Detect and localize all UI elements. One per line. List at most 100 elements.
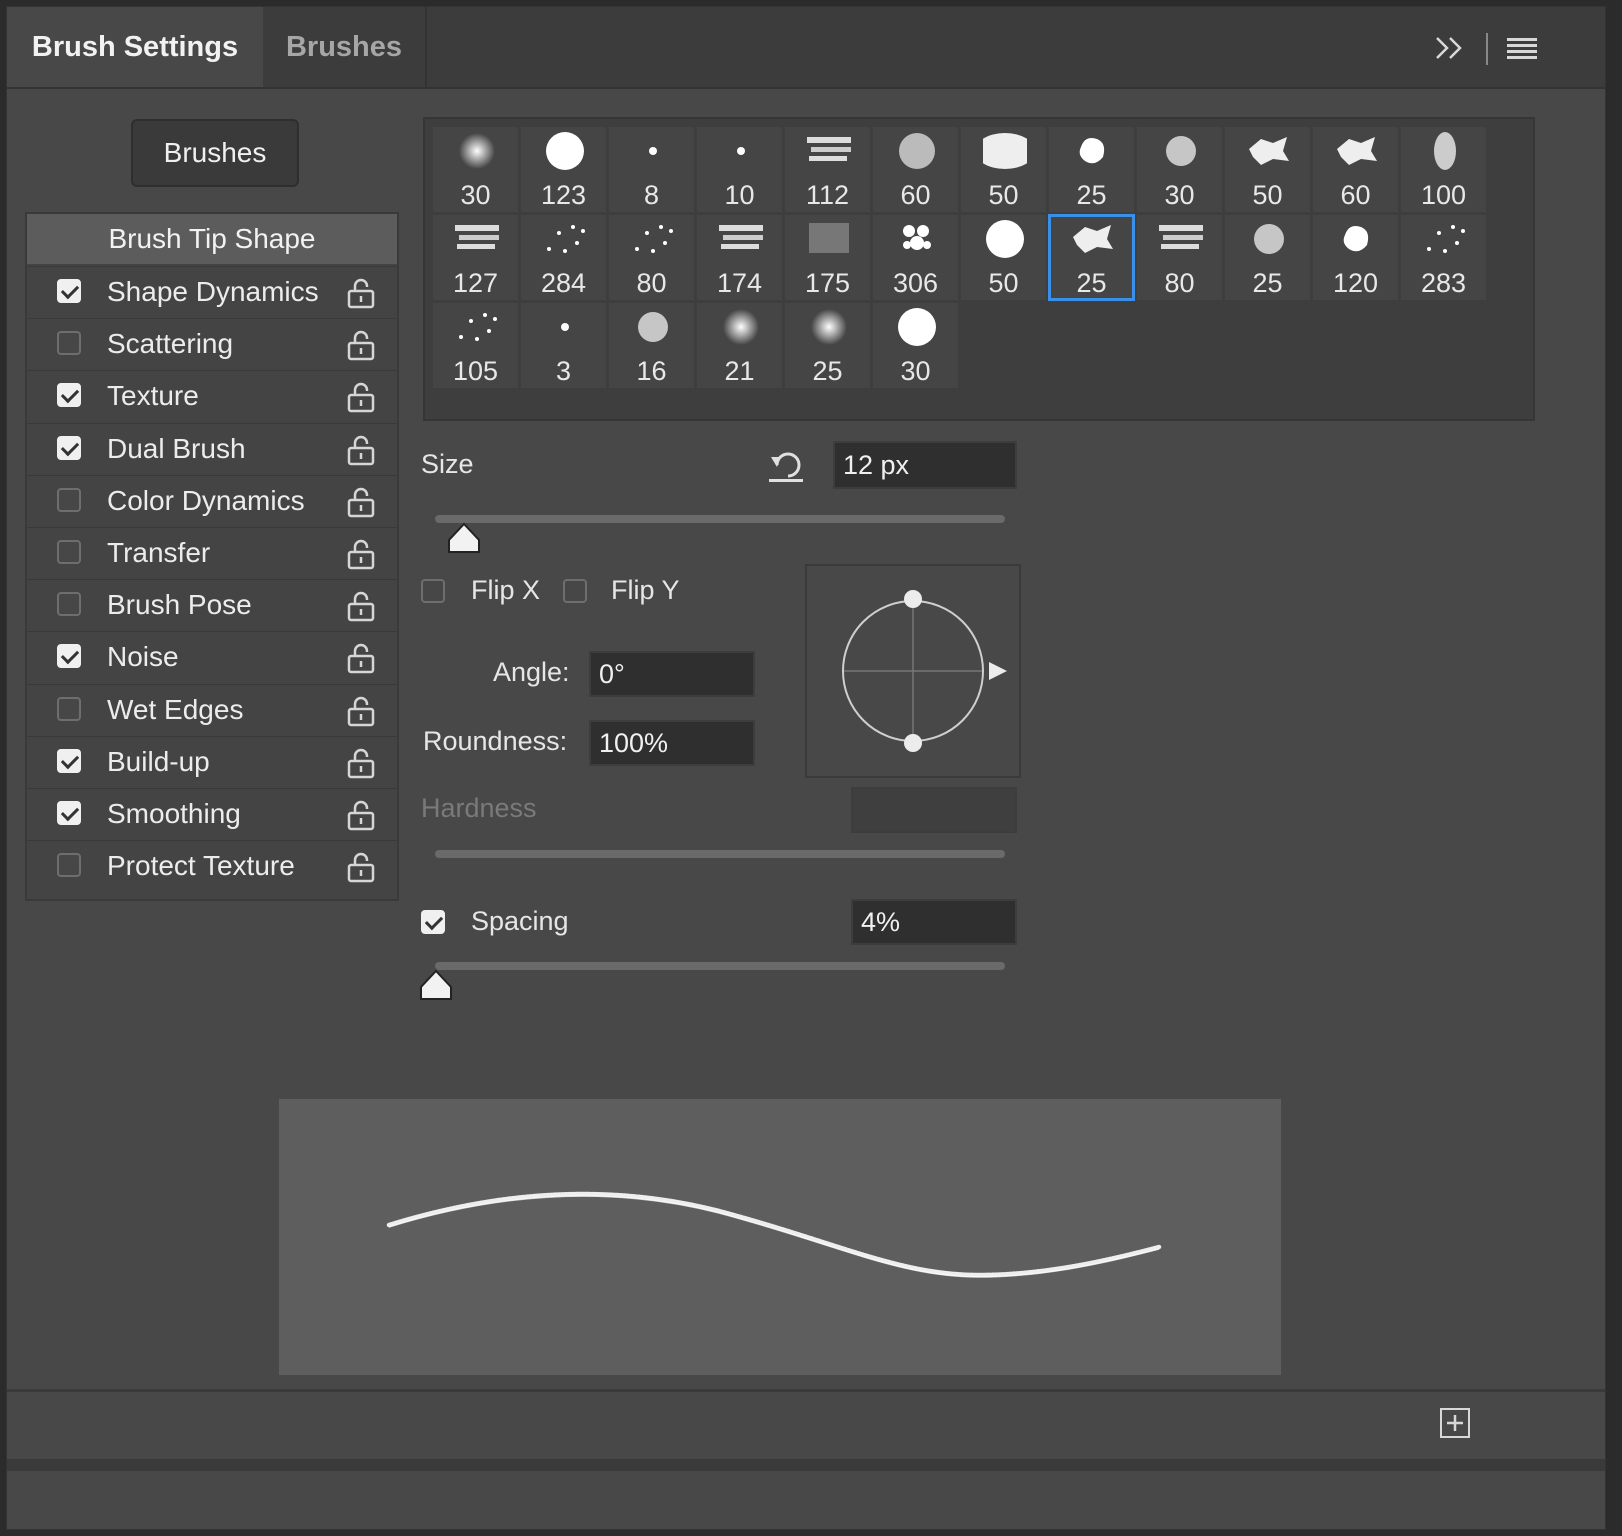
lock-icon[interactable] xyxy=(347,329,375,366)
lock-icon[interactable] xyxy=(347,277,375,314)
flip-y-label: Flip Y xyxy=(611,575,680,605)
sidebar-item-color-dynamics[interactable]: Color Dynamics xyxy=(27,474,397,528)
texture-checkbox[interactable] xyxy=(57,383,81,408)
sidebar-item-smoothing[interactable]: Smoothing xyxy=(27,788,397,841)
spacing-input[interactable]: 4% xyxy=(851,899,1017,945)
brush-preset-cell[interactable]: 80 xyxy=(609,215,694,300)
scattering-checkbox[interactable] xyxy=(57,331,81,356)
reset-size-icon[interactable] xyxy=(767,447,807,488)
brush-preset-cell[interactable]: 174 xyxy=(697,215,782,300)
lock-icon[interactable] xyxy=(347,851,375,888)
sidebar-item-noise[interactable]: Noise xyxy=(27,631,397,684)
brush-preset-grid: 30 123 8 10 112 60 50 25 30 50 60 100 127 284 80 174 175… xyxy=(423,117,1535,421)
color-dynamics-checkbox[interactable] xyxy=(57,487,81,512)
brush-preset-cell[interactable]: 283 xyxy=(1401,215,1486,300)
brush-preset-cell[interactable]: 25 xyxy=(1048,214,1135,301)
flip-y-checkbox[interactable] xyxy=(563,579,587,603)
brush-preset-cell[interactable]: 306 xyxy=(873,215,958,300)
sidebar-item-texture[interactable]: Texture xyxy=(27,370,397,423)
lock-icon[interactable] xyxy=(347,434,375,471)
brush-preset-cell[interactable]: 25 xyxy=(1225,215,1310,300)
brush-preset-size: 174 xyxy=(716,268,763,298)
lock-icon[interactable] xyxy=(347,642,375,679)
sidebar-item-build-up[interactable]: Build-up xyxy=(27,735,397,789)
brush-preset-size: 80 xyxy=(636,268,667,298)
brush-tip-icon xyxy=(1071,131,1115,178)
brush-preset-cell[interactable]: 284 xyxy=(521,215,606,300)
sidebar-item-transfer[interactable]: Transfer xyxy=(27,527,397,580)
brush-tip-icon xyxy=(631,307,675,354)
brush-tip-icon xyxy=(895,131,939,178)
brush-preset-cell[interactable]: 123 xyxy=(521,127,606,212)
sidebar-item-protect-texture[interactable]: Protect Texture xyxy=(27,840,397,893)
shape-dynamics-checkbox[interactable] xyxy=(57,279,81,303)
brush-preset-cell[interactable]: 60 xyxy=(873,127,958,212)
angle-input[interactable]: 0° xyxy=(589,651,755,697)
brush-preset-size: 306 xyxy=(892,268,939,298)
brush-preset-cell[interactable]: 16 xyxy=(609,303,694,388)
brush-preset-cell[interactable]: 50 xyxy=(961,215,1046,300)
brush-preset-cell[interactable]: 112 xyxy=(785,127,870,212)
brush-preset-cell[interactable]: 30 xyxy=(1137,127,1222,212)
brush-preset-cell[interactable]: 25 xyxy=(785,303,870,388)
size-input[interactable]: 12 px xyxy=(833,441,1017,489)
brush-preset-cell[interactable]: 25 xyxy=(1049,127,1134,212)
build-up-checkbox[interactable] xyxy=(57,748,81,773)
brush-preset-cell[interactable]: 10 xyxy=(697,127,782,212)
wet-edges-checkbox[interactable] xyxy=(57,696,81,721)
sidebar-item-label: Scattering xyxy=(107,328,234,360)
sidebar-item-brush-pose[interactable]: Brush Pose xyxy=(27,579,397,632)
sidebar-item-wet-edges[interactable]: Wet Edges xyxy=(27,683,397,737)
lock-icon[interactable] xyxy=(347,381,375,418)
spacing-slider-handle[interactable] xyxy=(419,969,453,1006)
brush-preset-cell[interactable]: 30 xyxy=(873,303,958,388)
size-slider-track[interactable] xyxy=(435,515,1005,523)
tab-brushes[interactable]: Brushes xyxy=(263,7,427,87)
spacing-slider-track[interactable] xyxy=(435,962,1005,970)
sidebar-item-shape-dynamics[interactable]: Shape Dynamics xyxy=(27,266,397,319)
dual-brush-checkbox[interactable] xyxy=(57,435,81,460)
roundness-input[interactable]: 100% xyxy=(589,720,755,766)
lock-icon[interactable] xyxy=(347,799,375,836)
sidebar-item-scattering[interactable]: Scattering xyxy=(27,318,397,371)
brush-preset-cell[interactable]: 21 xyxy=(697,303,782,388)
sidebar-item-brush-tip-shape[interactable]: Brush Tip Shape xyxy=(27,214,397,264)
sidebar-item-dual-brush[interactable]: Dual Brush xyxy=(27,422,397,476)
brush-preset-cell[interactable]: 3 xyxy=(521,303,606,388)
tab-brush-settings[interactable]: Brush Settings xyxy=(7,7,263,87)
sidebar-item-label: Texture xyxy=(107,380,199,412)
smoothing-checkbox[interactable] xyxy=(57,801,81,825)
brush-preset-size: 50 xyxy=(988,180,1019,210)
brush-preset-cell[interactable]: 8 xyxy=(609,127,694,212)
brush-preset-cell[interactable]: 175 xyxy=(785,215,870,300)
resize-grip[interactable] xyxy=(7,1459,1605,1471)
transfer-checkbox[interactable] xyxy=(57,540,81,564)
brush-pose-checkbox[interactable] xyxy=(57,592,81,617)
double-chevron-right-icon[interactable] xyxy=(1435,35,1465,66)
brush-preset-cell[interactable]: 50 xyxy=(961,127,1046,212)
brush-preset-size: 25 xyxy=(1076,180,1107,210)
brush-preset-cell[interactable]: 30 xyxy=(433,127,518,212)
spacing-checkbox[interactable] xyxy=(421,910,445,934)
brushes-button[interactable]: Brushes xyxy=(131,119,299,187)
lock-icon[interactable] xyxy=(347,695,375,732)
brush-preset-cell[interactable]: 100 xyxy=(1401,127,1486,212)
size-slider-handle[interactable] xyxy=(447,522,481,559)
brush-preset-cell[interactable]: 60 xyxy=(1313,127,1398,212)
flip-x-checkbox[interactable] xyxy=(421,579,445,603)
brush-preset-cell[interactable]: 50 xyxy=(1225,127,1310,212)
brush-preset-cell[interactable]: 105 xyxy=(433,303,518,388)
brush-preset-cell[interactable]: 80 xyxy=(1137,215,1222,300)
lock-icon[interactable] xyxy=(347,590,375,627)
lock-icon[interactable] xyxy=(347,486,375,523)
lock-icon[interactable] xyxy=(347,747,375,784)
lock-icon[interactable] xyxy=(347,538,375,575)
noise-checkbox[interactable] xyxy=(57,644,81,669)
brush-preset-cell[interactable]: 127 xyxy=(433,215,518,300)
brush-preset-cell[interactable]: 120 xyxy=(1313,215,1398,300)
angle-roundness-widget[interactable] xyxy=(805,564,1021,778)
hamburger-menu-icon[interactable] xyxy=(1507,37,1537,64)
protect-texture-checkbox[interactable] xyxy=(57,853,81,878)
new-preset-icon[interactable] xyxy=(1439,1407,1471,1444)
brush-preset-size: 25 xyxy=(1252,268,1283,298)
